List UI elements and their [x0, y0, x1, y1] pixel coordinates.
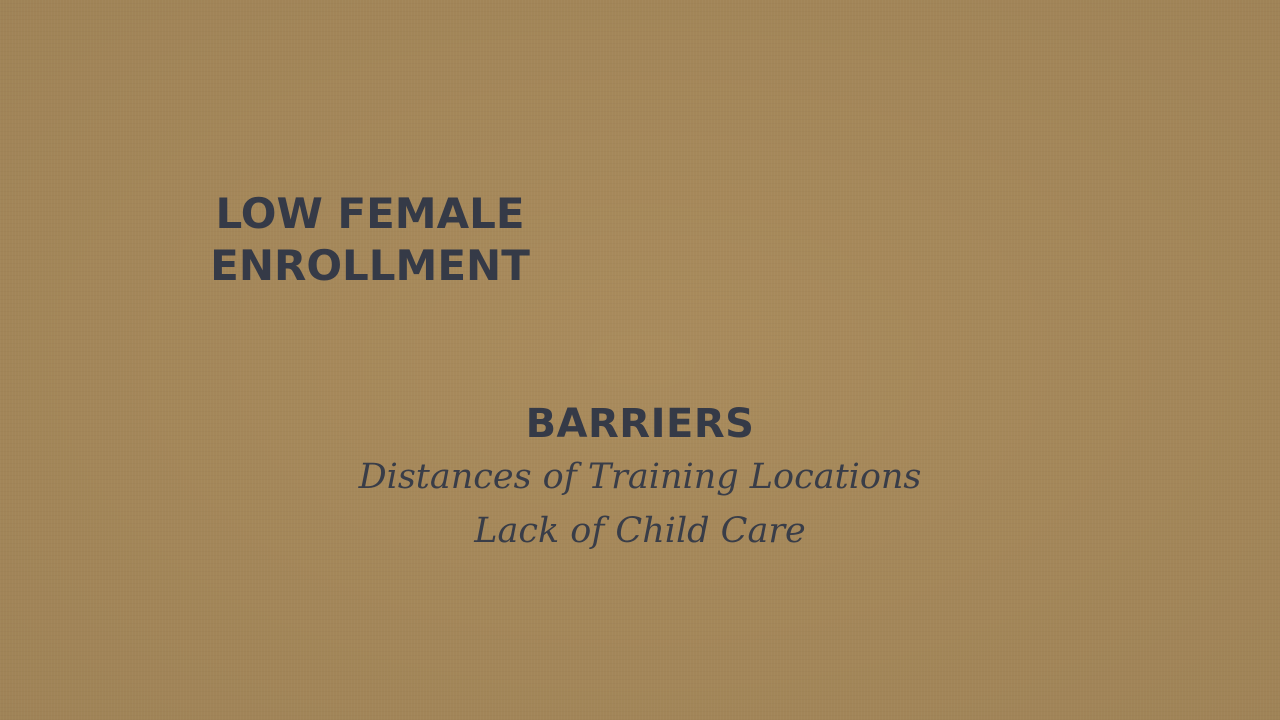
barriers-title: BARRIERS — [525, 401, 755, 447]
headline-line-1: LOW FEMALE — [215, 189, 525, 238]
barrier-item-distances: Distances of Training Locations — [358, 457, 922, 497]
headline: LOW FEMALE ENROLLMENT — [200, 188, 540, 292]
barriers-block: BARRIERS Distances of Training Locations… — [290, 398, 990, 558]
slide: LOW FEMALE ENROLLMENT BARRIERS Distances… — [0, 0, 1280, 720]
barrier-item-child-care: Lack of Child Care — [474, 511, 806, 551]
headline-line-2: ENROLLMENT — [210, 241, 530, 290]
